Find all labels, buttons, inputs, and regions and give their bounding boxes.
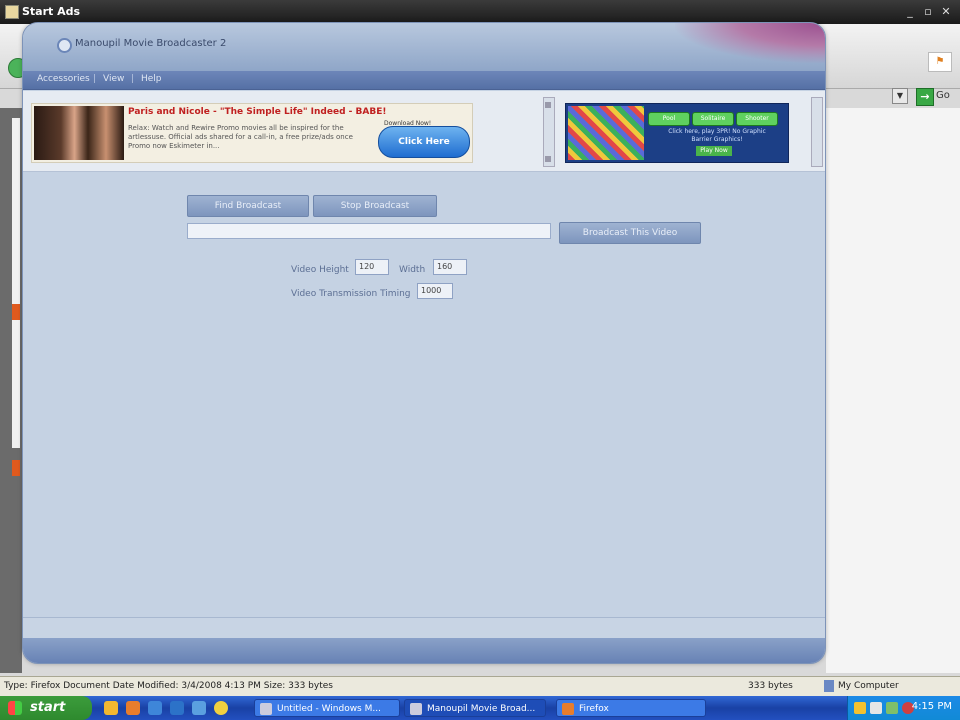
- host-window-title: Start Ads: [22, 5, 81, 18]
- app-bottom-bar: [23, 617, 825, 663]
- network-icon[interactable]: [886, 702, 898, 714]
- ad-pill: Shooter: [736, 112, 778, 126]
- maximize-icon[interactable]: ▫: [920, 4, 936, 19]
- host-left-pane: [0, 108, 22, 673]
- app-icon: [5, 5, 19, 19]
- menu-accessories[interactable]: Accessories: [37, 74, 90, 84]
- host-statusbar: Type: Firefox Document Date Modified: 3/…: [0, 676, 960, 697]
- ad-pill: Pool: [648, 112, 690, 126]
- ad-scrollbar[interactable]: [543, 97, 555, 167]
- quicklaunch-ie-icon[interactable]: [148, 701, 162, 715]
- quicklaunch-messenger-icon[interactable]: [214, 701, 228, 715]
- task-button[interactable]: Firefox: [556, 699, 706, 717]
- ad-photo: [34, 106, 124, 160]
- orange-marker: [12, 460, 20, 476]
- ad-headline: Paris and Nicole - "The Simple Life" Ind…: [128, 107, 387, 117]
- timing-label: Video Transmission Timing: [291, 289, 411, 299]
- width-label: Width: [399, 265, 426, 275]
- start-label: start: [30, 700, 66, 715]
- width-input[interactable]: 160: [433, 259, 467, 275]
- video-height-label: Video Height: [291, 265, 349, 275]
- scroll-down-icon[interactable]: [545, 156, 551, 162]
- quicklaunch-desktop-icon[interactable]: [170, 701, 184, 715]
- taskbar: start Untitled - Windows M... Manoupil M…: [0, 696, 960, 720]
- ad-panel: Paris and Nicole - "The Simple Life" Ind…: [23, 91, 825, 172]
- timing-input[interactable]: 1000: [417, 283, 453, 299]
- stop-broadcast-button[interactable]: Stop Broadcast: [313, 195, 437, 217]
- menubar: Accessories | View | Help: [23, 71, 825, 90]
- ad-right-text: Click here, play 3PR! No Graphic Barrier…: [668, 128, 766, 143]
- broadcast-video-button[interactable]: Broadcast This Video: [559, 222, 701, 244]
- ad-game-image: [568, 106, 644, 160]
- host-right-pane: [826, 108, 960, 673]
- ad-click-button[interactable]: Click Here: [378, 126, 470, 158]
- task-button-active[interactable]: Manoupil Movie Broad...: [404, 699, 546, 717]
- clock: 4:15 PM: [911, 701, 952, 712]
- ad-play-button[interactable]: Play Now: [696, 146, 732, 156]
- app-window: Manoupil Movie Broadcaster 2 Accessories…: [22, 22, 826, 664]
- video-url-input[interactable]: [187, 223, 551, 239]
- ad-right-scrollbar[interactable]: [811, 97, 823, 167]
- windows-flag-icon: [8, 701, 22, 715]
- task-button[interactable]: Untitled - Windows M...: [254, 699, 400, 717]
- quicklaunch-media-icon[interactable]: [192, 701, 206, 715]
- menu-view[interactable]: View: [103, 74, 124, 84]
- video-height-input[interactable]: 120: [355, 259, 389, 275]
- ad-pill: Solitaire: [692, 112, 734, 126]
- app-titlebar: Manoupil Movie Broadcaster 2: [23, 23, 825, 71]
- go-label: Go: [936, 90, 950, 101]
- status-text: Type: Firefox Document Date Modified: 3/…: [4, 681, 333, 691]
- main-area: Find Broadcast Stop Broadcast Broadcast …: [23, 173, 825, 613]
- app-title: Manoupil Movie Broadcaster 2: [75, 38, 227, 49]
- ad-body: Relax: Watch and Rewire Promo movies all…: [128, 124, 353, 150]
- computer-icon: [824, 680, 834, 692]
- host-titlebar: Start Ads _ ▫ ✕: [0, 0, 960, 24]
- volume-icon[interactable]: [870, 702, 882, 714]
- close-icon[interactable]: ✕: [938, 4, 954, 19]
- windows-logo-icon: ⚑: [928, 52, 952, 72]
- menu-help[interactable]: Help: [141, 74, 162, 84]
- quicklaunch-folder-icon[interactable]: [104, 701, 118, 715]
- start-button[interactable]: start: [0, 696, 92, 720]
- app-title-icon: [57, 38, 72, 53]
- ad-banner-left[interactable]: Paris and Nicole - "The Simple Life" Ind…: [31, 103, 473, 163]
- address-dropdown-icon[interactable]: ▼: [892, 88, 908, 104]
- tray-icon[interactable]: [854, 702, 866, 714]
- go-button[interactable]: →: [916, 88, 934, 106]
- status-size: 333 bytes: [748, 681, 793, 691]
- find-broadcast-button[interactable]: Find Broadcast: [187, 195, 309, 217]
- ad-banner-right[interactable]: Pool Solitaire Shooter Click here, play 3P…: [565, 103, 789, 163]
- scroll-up-icon[interactable]: [545, 102, 551, 108]
- firefox-icon: [562, 703, 574, 715]
- media-player-icon: [260, 703, 272, 715]
- system-tray: 4:15 PM: [847, 696, 960, 720]
- status-zone: My Computer: [838, 681, 899, 691]
- quicklaunch-firefox-icon[interactable]: [126, 701, 140, 715]
- orange-marker: [12, 304, 20, 320]
- movie-app-icon: [410, 703, 422, 715]
- minimize-icon[interactable]: _: [902, 4, 918, 19]
